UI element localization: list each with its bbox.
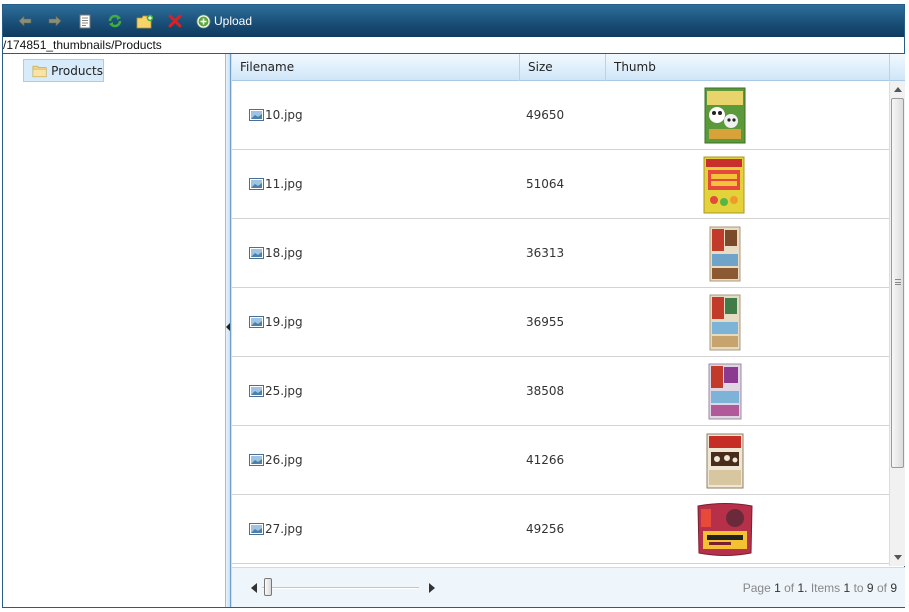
product-thumbnail [704, 87, 746, 144]
file-explorer: Upload /174851_thumbnails/Products Produ… [2, 4, 905, 608]
refresh-button[interactable] [100, 9, 130, 33]
filename-text: 26.jpg [265, 453, 303, 467]
tree-node-label: Products [51, 63, 103, 78]
product-thumbnail [697, 503, 753, 556]
pager-to-word: to [853, 581, 864, 595]
filename-cell: 25.jpg [249, 384, 303, 398]
grid-body: 10.jpg 49650 11.jpg 51064 18.jpg 36313 1… [232, 81, 889, 566]
product-thumbnail [706, 433, 744, 489]
pager-total-pages: 1. [797, 581, 808, 595]
new-folder-button[interactable] [130, 9, 160, 33]
filename-text: 10.jpg [265, 108, 303, 122]
filename-text: 19.jpg [265, 315, 303, 329]
scroll-right-icon[interactable] [429, 583, 435, 593]
arrow-left-icon [18, 15, 32, 27]
size-cell: 51064 [526, 177, 565, 191]
slider-handle[interactable] [264, 578, 272, 596]
pager-of-word: of [784, 581, 795, 595]
product-thumbnail [709, 226, 741, 282]
product-thumbnail [708, 363, 742, 420]
document-icon [79, 14, 91, 28]
arrow-right-icon [48, 15, 62, 27]
vertical-scrollbar[interactable] [889, 81, 905, 566]
tree-node-products[interactable]: Products [23, 59, 104, 82]
pager-of-word-2: of [876, 581, 887, 595]
file-grid: Filename Size Thumb 10.jpg 49650 11.jpg … [231, 54, 905, 607]
scroll-up-icon[interactable] [894, 87, 902, 92]
upload-button[interactable]: Upload [192, 9, 256, 33]
column-header-size[interactable]: Size [520, 54, 606, 81]
table-row[interactable]: 10.jpg 49650 [232, 81, 889, 150]
view-button[interactable] [70, 9, 100, 33]
column-header-filename[interactable]: Filename [232, 54, 520, 81]
filename-cell: 19.jpg [249, 315, 303, 329]
size-cell: 49256 [526, 522, 565, 536]
collapse-arrow-icon[interactable] [226, 323, 230, 331]
add-icon [196, 14, 211, 28]
pager-to: 9 [866, 581, 874, 595]
size-cell: 36955 [526, 315, 565, 329]
pager-info: Page 1 of 1. Items 1 to 9 of 9 [743, 581, 897, 595]
filename-cell: 10.jpg [249, 108, 303, 122]
image-file-icon [249, 385, 264, 397]
table-row[interactable]: 19.jpg 36955 [232, 288, 889, 357]
filename-cell: 26.jpg [249, 453, 303, 467]
size-cell: 41266 [526, 453, 565, 467]
filename-cell: 11.jpg [249, 177, 303, 191]
refresh-icon [108, 14, 122, 28]
table-row[interactable]: 25.jpg 38508 [232, 357, 889, 426]
filename-cell: 18.jpg [249, 246, 303, 260]
toolbar: Upload [3, 5, 904, 37]
filename-text: 18.jpg [265, 246, 303, 260]
size-cell: 49650 [526, 108, 565, 122]
folder-tree: Products [3, 54, 225, 607]
image-file-icon [249, 178, 264, 190]
product-thumbnail [703, 156, 745, 214]
back-button[interactable] [10, 9, 40, 33]
size-cell: 38508 [526, 384, 565, 398]
image-file-icon [249, 109, 264, 121]
forward-button[interactable] [40, 9, 70, 33]
upload-label: Upload [214, 14, 253, 28]
column-header-thumb[interactable]: Thumb [606, 54, 890, 81]
product-thumbnail [709, 294, 741, 351]
delete-button[interactable] [160, 9, 190, 33]
folder-icon [32, 65, 47, 77]
pager-total: 9 [890, 581, 897, 595]
filename-cell: 27.jpg [249, 522, 303, 536]
scrollbar-thumb[interactable] [891, 98, 904, 468]
pager-items-word: Items [810, 581, 841, 595]
table-row[interactable]: 27.jpg 49256 [232, 495, 889, 564]
table-row[interactable]: 11.jpg 51064 [232, 150, 889, 219]
image-file-icon [249, 316, 264, 328]
image-file-icon [249, 454, 264, 466]
filename-text: 27.jpg [265, 522, 303, 536]
thumb-size-slider[interactable] [262, 587, 419, 589]
new-folder-icon [136, 14, 154, 28]
pager-bar: Page 1 of 1. Items 1 to 9 of 9 [232, 567, 905, 607]
scroll-left-icon[interactable] [251, 583, 257, 593]
pager-page: 1 [774, 581, 781, 595]
table-row[interactable]: 26.jpg 41266 [232, 426, 889, 495]
size-cell: 36313 [526, 246, 565, 260]
image-file-icon [249, 247, 264, 259]
pager-page-word: Page [742, 581, 771, 595]
table-row[interactable]: 18.jpg 36313 [232, 219, 889, 288]
path-bar: /174851_thumbnails/Products [3, 37, 904, 54]
pager-from: 1 [843, 581, 851, 595]
image-file-icon [249, 523, 264, 535]
filename-text: 25.jpg [265, 384, 303, 398]
grip-icon [895, 279, 901, 285]
delete-icon [168, 14, 182, 28]
scroll-down-icon[interactable] [894, 555, 902, 560]
filename-text: 11.jpg [265, 177, 303, 191]
grid-header: Filename Size Thumb [232, 54, 905, 81]
